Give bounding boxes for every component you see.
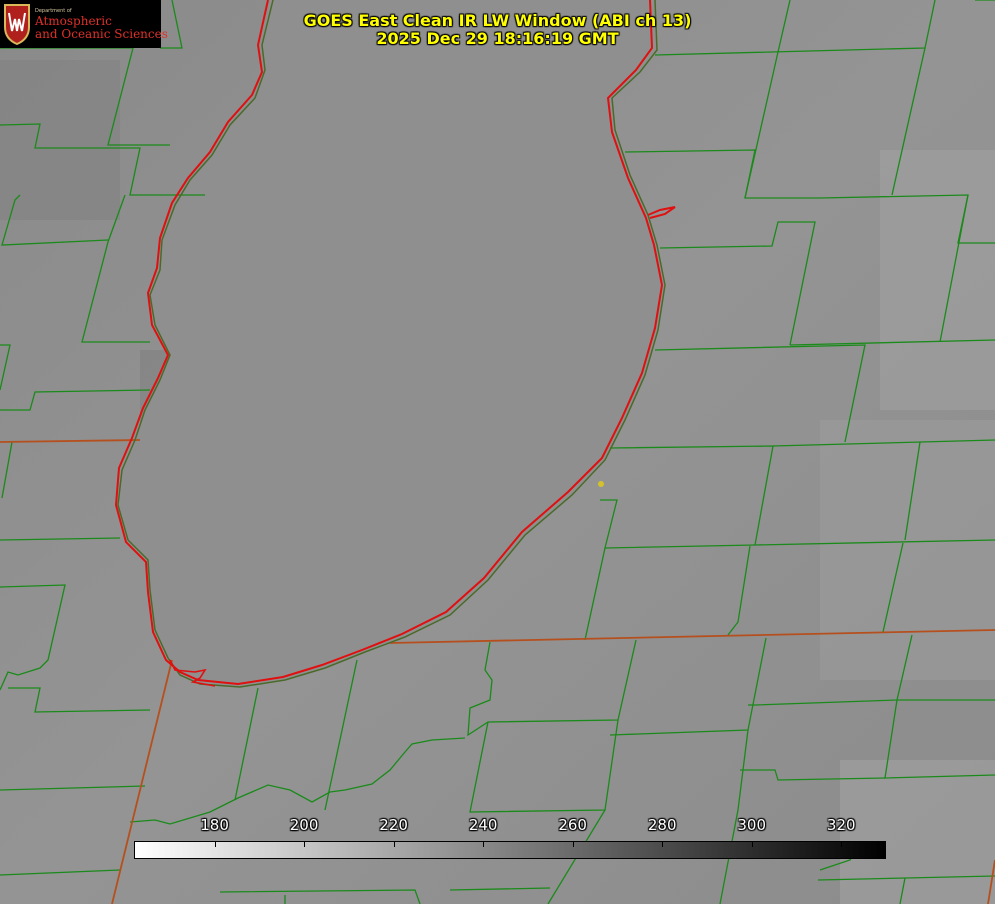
colorbar-tick-label: 180 bbox=[200, 816, 229, 834]
bright-patch bbox=[820, 420, 995, 680]
colorbar-tick-label: 260 bbox=[558, 816, 587, 834]
colorbar-tick-mark bbox=[751, 842, 753, 847]
station-marker bbox=[598, 481, 604, 487]
colorbar-tick-mark bbox=[662, 842, 664, 847]
colorbar bbox=[134, 841, 886, 859]
colorbar-tick-label: 240 bbox=[468, 816, 498, 834]
colorbar-tick-label: 320 bbox=[826, 816, 856, 834]
dark-patch bbox=[0, 60, 120, 220]
colorbar-tick-mark bbox=[483, 842, 485, 847]
colorbar-tick-mark bbox=[214, 842, 216, 847]
colorbar-tick-label: 200 bbox=[289, 816, 319, 834]
colorbar-tick-mark bbox=[304, 842, 306, 847]
map-canvas bbox=[0, 0, 995, 904]
bright-patch bbox=[880, 150, 995, 410]
colorbar-tick-mark bbox=[393, 842, 395, 847]
image-timestamp: 2025 Dec 29 18:16:19 GMT bbox=[376, 29, 619, 48]
colorbar-gradient bbox=[135, 842, 885, 858]
colorbar-tick-mark bbox=[841, 842, 843, 847]
colorbar-tick-label: 220 bbox=[379, 816, 408, 834]
colorbar-tick-label: 300 bbox=[737, 816, 767, 834]
colorbar-tick-label: 280 bbox=[647, 816, 677, 834]
satellite-image-viewer: Department of Atmospheric and Oceanic Sc… bbox=[0, 0, 995, 904]
colorbar-tick-mark bbox=[572, 842, 574, 847]
image-title: GOES East Clean IR LW Window (ABI ch 13) bbox=[303, 11, 692, 30]
